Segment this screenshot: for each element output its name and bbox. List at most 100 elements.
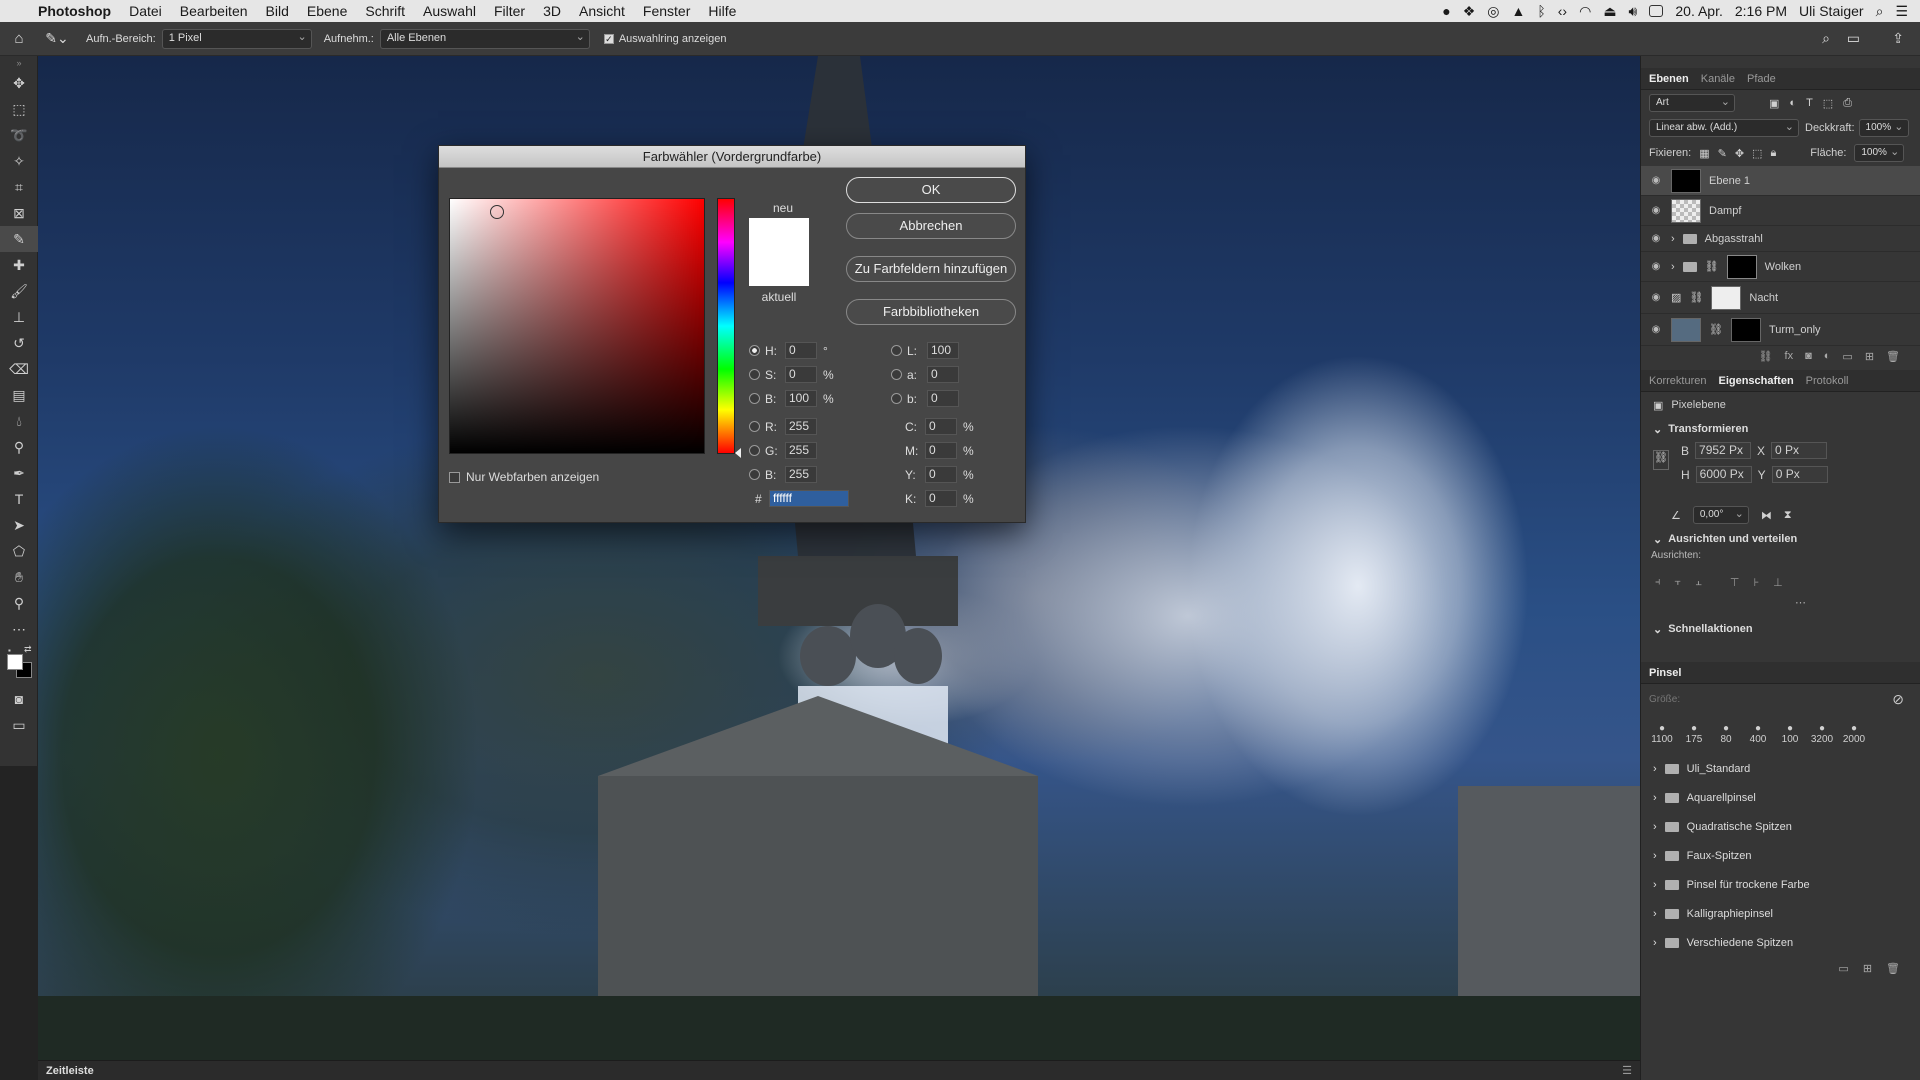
workspace-icon[interactable]: ▭: [1847, 30, 1860, 47]
menu-bild[interactable]: Bild: [266, 3, 289, 19]
history-brush-icon[interactable]: ↺: [0, 330, 38, 356]
align-hcenter-icon[interactable]: ⫟: [1675, 576, 1682, 589]
filter-pixel-icon[interactable]: ▣: [1769, 97, 1779, 110]
lab-a-radio[interactable]: [891, 369, 902, 380]
align-vcenter-icon[interactable]: ⊦: [1753, 576, 1759, 589]
zoom-tool-icon[interactable]: ⚲: [0, 590, 38, 616]
layer-filter-select[interactable]: Art: [1649, 94, 1735, 112]
brush-preset[interactable]: ● 1100: [1649, 723, 1675, 745]
section-align[interactable]: ⌄ Ausrichten und verteilen: [1641, 528, 1920, 550]
add-mask-icon[interactable]: ◙: [1805, 350, 1812, 362]
lock-transparent-icon[interactable]: ▦: [1699, 147, 1709, 160]
timeline-menu-icon[interactable]: ☰: [1622, 1064, 1632, 1077]
quick-mask-icon[interactable]: ◙: [0, 686, 38, 712]
ok-button[interactable]: OK: [846, 177, 1016, 203]
hue-radio[interactable]: [749, 345, 760, 356]
foreground-color-swatch[interactable]: [7, 654, 23, 670]
trash-icon[interactable]: 🗑︎: [1886, 350, 1900, 363]
gradient-tool-icon[interactable]: ▤: [0, 382, 38, 408]
tab-brushes[interactable]: Pinsel: [1649, 667, 1681, 679]
cancel-button[interactable]: Abbrechen: [846, 213, 1016, 239]
brush-preset[interactable]: ● 175: [1681, 723, 1707, 745]
crop-tool-icon[interactable]: ⌗: [0, 174, 38, 200]
layer-group-row[interactable]: ◉ › Abgasstrahl: [1641, 226, 1920, 252]
link-dimensions-icon[interactable]: ⛓: [1653, 450, 1669, 470]
menu-hilfe[interactable]: Hilfe: [708, 3, 736, 19]
eye-icon[interactable]: ◉: [1649, 292, 1663, 303]
hex-input[interactable]: ffffff: [769, 490, 849, 507]
x-input[interactable]: 0 Px: [1771, 442, 1828, 459]
blend-mode-select[interactable]: Linear abw. (Add.): [1649, 119, 1799, 137]
add-to-swatches-button[interactable]: Zu Farbfeldern hinzufügen: [846, 256, 1016, 282]
blue-radio[interactable]: [749, 469, 760, 480]
brightness-radio[interactable]: [749, 393, 760, 404]
opacity-input[interactable]: 100%: [1858, 119, 1909, 137]
dialog-title[interactable]: Farbwähler (Vordergrundfarbe): [439, 146, 1025, 168]
eye-icon[interactable]: ◉: [1649, 175, 1663, 186]
saturation-value-field[interactable]: [449, 198, 705, 454]
menubar-date[interactable]: 20. Apr.: [1675, 3, 1722, 19]
show-ring-checkbox[interactable]: ✓: [603, 33, 614, 44]
green-input[interactable]: 255: [785, 442, 817, 459]
lock-position-icon[interactable]: ✥: [1735, 147, 1744, 160]
menu-ansicht[interactable]: Ansicht: [579, 3, 625, 19]
frame-tool-icon[interactable]: ⊠: [0, 200, 38, 226]
brush-folder[interactable]: › Faux-Spitzen: [1641, 841, 1920, 870]
lasso-tool-icon[interactable]: ➰: [0, 122, 38, 148]
hue-input[interactable]: 0: [785, 342, 817, 359]
new-brush-folder-icon[interactable]: ▭: [1838, 962, 1848, 975]
menubar-user[interactable]: Uli Staiger: [1799, 3, 1864, 19]
filter-smart-icon[interactable]: ⎙: [1843, 97, 1852, 110]
saturation-input[interactable]: 0: [785, 366, 817, 383]
brush-settings-icon[interactable]: ⊘: [1892, 691, 1904, 708]
lab-a-input[interactable]: 0: [927, 366, 959, 383]
layer-row[interactable]: ◉ ⛓ Turm_only: [1641, 314, 1920, 346]
brush-preset[interactable]: ● 80: [1713, 723, 1739, 745]
timeline-tab[interactable]: Zeitleiste: [46, 1065, 94, 1077]
hand-tool-icon[interactable]: ✋︎: [0, 564, 38, 590]
lock-all-icon[interactable]: 🔒︎: [1770, 147, 1776, 160]
brush-preset[interactable]: ● 400: [1745, 723, 1771, 745]
filter-type-icon[interactable]: T: [1806, 97, 1813, 109]
flip-horizontal-icon[interactable]: ⧓: [1761, 509, 1772, 522]
lock-image-icon[interactable]: ✎: [1718, 147, 1727, 160]
new-layer-icon[interactable]: ⊞: [1865, 350, 1874, 363]
lab-l-input[interactable]: 100: [927, 342, 959, 359]
type-tool-icon[interactable]: T: [0, 486, 38, 512]
blue-input[interactable]: 255: [785, 466, 817, 483]
record-icon[interactable]: ●: [1442, 3, 1450, 19]
align-bottom-icon[interactable]: ⊥: [1773, 576, 1783, 589]
black-input[interactable]: 0: [925, 490, 957, 507]
new-group-icon[interactable]: ▭: [1842, 350, 1852, 363]
lab-l-radio[interactable]: [891, 345, 902, 356]
tab-properties[interactable]: Eigenschaften: [1718, 375, 1793, 387]
brush-folder[interactable]: › Kalligraphiepinsel: [1641, 899, 1920, 928]
marquee-tool-icon[interactable]: ⬚: [0, 96, 38, 122]
menubar-time[interactable]: 2:16 PM: [1735, 3, 1787, 19]
blur-tool-icon[interactable]: 💧︎: [0, 408, 38, 434]
filter-shape-icon[interactable]: ⬚: [1823, 97, 1833, 110]
fx-icon[interactable]: fx: [1785, 350, 1794, 362]
eyedropper-preset-icon[interactable]: ✎⌄: [38, 30, 76, 47]
lab-b-radio[interactable]: [891, 393, 902, 404]
tab-layers[interactable]: Ebenen: [1649, 73, 1689, 85]
menu-fenster[interactable]: Fenster: [643, 3, 690, 19]
collapse-icon[interactable]: »: [0, 56, 38, 70]
tab-history[interactable]: Protokoll: [1806, 375, 1849, 387]
search-icon[interactable]: ⌕: [1822, 30, 1830, 47]
app-menu[interactable]: Photoshop: [38, 3, 111, 19]
brush-preset[interactable]: ● 3200: [1809, 723, 1835, 745]
magic-wand-icon[interactable]: ✧: [0, 148, 38, 174]
green-radio[interactable]: [749, 445, 760, 456]
red-radio[interactable]: [749, 421, 760, 432]
flip-vertical-icon[interactable]: ⧗: [1784, 509, 1792, 522]
section-quick-actions[interactable]: ⌄ Schnellaktionen: [1641, 618, 1920, 640]
color-libraries-button[interactable]: Farbbibliotheken: [846, 299, 1016, 325]
more-tools-icon[interactable]: ⋯: [0, 616, 38, 642]
menu-bearbeiten[interactable]: Bearbeiten: [180, 3, 248, 19]
eraser-tool-icon[interactable]: ⌫: [0, 356, 38, 382]
notification-icon[interactable]: ▲: [1512, 3, 1526, 19]
tab-channels[interactable]: Kanäle: [1701, 73, 1735, 85]
healing-brush-icon[interactable]: ✚: [0, 252, 38, 278]
chevron-right-icon[interactable]: ›: [1671, 261, 1675, 273]
